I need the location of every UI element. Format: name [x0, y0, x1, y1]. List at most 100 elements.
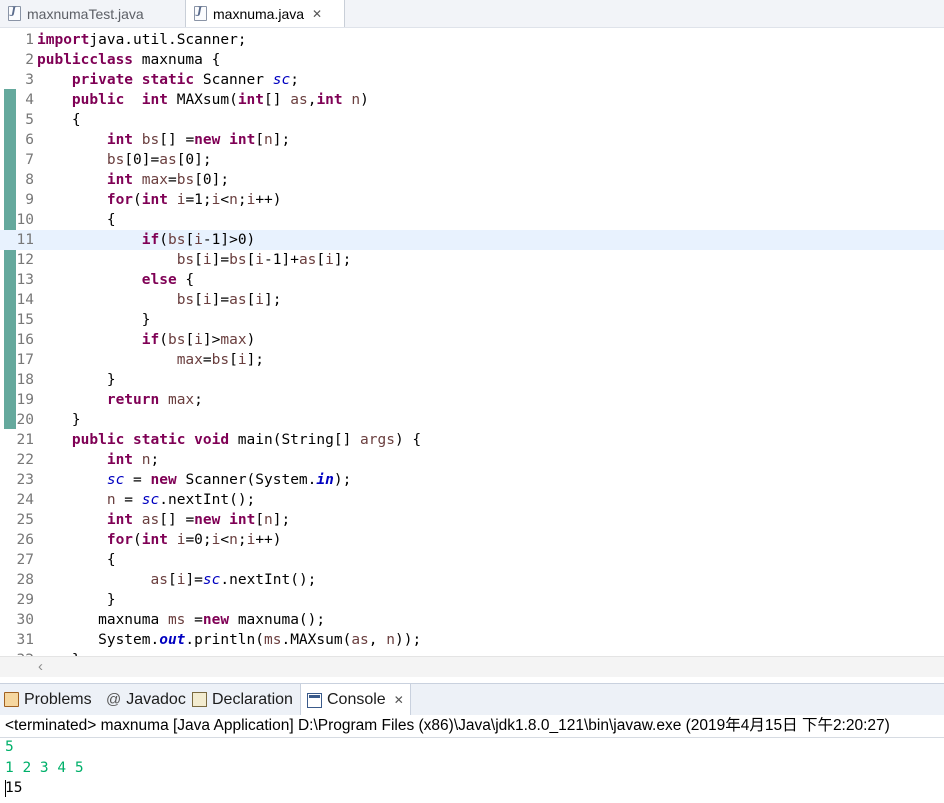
code-line[interactable]: 3 private static Scanner sc; — [0, 70, 944, 90]
code-line[interactable]: 2 publicclass maxnuma { — [0, 50, 944, 70]
code-line[interactable]: 1 importjava.util.Scanner; — [0, 30, 944, 50]
code-text[interactable]: { — [37, 210, 116, 230]
code-line[interactable]: 17 max=bs[i]; — [0, 350, 944, 370]
code-text[interactable]: n = sc.nextInt(); — [37, 490, 255, 510]
code-text[interactable]: } — [37, 590, 116, 610]
tab-console[interactable]: Console ✕ — [300, 684, 411, 716]
code-text[interactable]: bs[i]=bs[i-1]+as[i]; — [37, 250, 352, 270]
code-text[interactable]: int max=bs[0]; — [37, 170, 229, 190]
java-file-icon — [8, 6, 21, 21]
line-number: 27 — [16, 552, 34, 568]
line-number: 6 — [25, 132, 34, 148]
code-text[interactable]: { — [37, 110, 81, 130]
tab-declaration[interactable]: Declaration — [192, 684, 293, 715]
code-line[interactable]: 15 } — [0, 310, 944, 330]
line-number: 8 — [25, 172, 34, 188]
tab-label: Console — [327, 691, 386, 708]
code-line[interactable]: 10 { — [0, 210, 944, 230]
code-text[interactable]: importjava.util.Scanner; — [37, 30, 247, 50]
code-text[interactable]: for(int i=1;i<n;i++) — [37, 190, 282, 210]
code-text[interactable]: } — [37, 370, 116, 390]
tab-maxnumatest-java[interactable]: maxnumaTest.java — [0, 0, 186, 27]
code-text[interactable]: private static Scanner sc; — [37, 70, 299, 90]
line-number: 30 — [16, 612, 34, 628]
tab-label: Problems — [24, 690, 92, 708]
scroll-left-icon[interactable]: ‹ — [38, 658, 43, 675]
code-line[interactable]: 29 } — [0, 590, 944, 610]
code-editor[interactable]: 1 importjava.util.Scanner; 2 publicclass ma… — [0, 28, 944, 656]
code-text[interactable]: } — [37, 410, 81, 430]
code-line[interactable]: 14 bs[i]=as[i]; — [0, 290, 944, 310]
line-number: 14 — [16, 292, 34, 308]
code-line[interactable]: 30 maxnuma ms =new maxnuma(); — [0, 610, 944, 630]
code-text[interactable]: public int MAXsum(int[] as,int n) — [37, 90, 369, 110]
terminated-label: <terminated> maxnuma [Java Application] … — [0, 715, 944, 738]
at-icon: @ — [106, 691, 122, 708]
line-number: 3 — [25, 72, 34, 88]
code-text[interactable]: System.out.println(ms.MAXsum(as, n)); — [37, 630, 421, 650]
code-text[interactable]: int bs[] =new int[n]; — [37, 130, 290, 150]
code-line[interactable]: 8 int max=bs[0]; — [0, 170, 944, 190]
line-number: 13 — [16, 272, 34, 288]
code-text[interactable]: maxnuma ms =new maxnuma(); — [37, 610, 325, 630]
code-line[interactable]: 4 public int MAXsum(int[] as,int n) — [0, 90, 944, 110]
editor-tab-bar: maxnumaTest.java maxnuma.java ✕ — [0, 0, 944, 28]
code-line[interactable]: 27 { — [0, 550, 944, 570]
code-line[interactable]: 22 int n; — [0, 450, 944, 470]
code-text[interactable]: as[i]=sc.nextInt(); — [37, 570, 317, 590]
code-text[interactable]: publicclass maxnuma { — [37, 50, 220, 70]
line-number: 4 — [25, 92, 34, 108]
code-line[interactable]: 13 else { — [0, 270, 944, 290]
problems-icon — [4, 692, 19, 707]
code-line[interactable]: 12 bs[i]=bs[i-1]+as[i]; — [0, 250, 944, 270]
line-number: 9 — [25, 192, 34, 208]
code-text[interactable]: for(int i=0;i<n;i++) — [37, 530, 282, 550]
line-number: 20 — [16, 412, 34, 428]
close-icon[interactable]: ✕ — [312, 7, 322, 21]
code-text[interactable]: int n; — [37, 450, 159, 470]
code-line[interactable]: 24 n = sc.nextInt(); — [0, 490, 944, 510]
code-line[interactable]: 25 int as[] =new int[n]; — [0, 510, 944, 530]
close-icon[interactable]: ✕ — [394, 693, 404, 707]
line-number: 7 — [25, 152, 34, 168]
code-text[interactable]: bs[0]=as[0]; — [37, 150, 212, 170]
code-line[interactable]: 7 bs[0]=as[0]; — [0, 150, 944, 170]
code-line[interactable]: 9 for(int i=1;i<n;i++) — [0, 190, 944, 210]
line-number: 18 — [16, 372, 34, 388]
console-output-line: 15 — [5, 780, 23, 796]
code-text[interactable]: else { — [37, 270, 194, 290]
code-line[interactable]: 18 } — [0, 370, 944, 390]
code-text[interactable]: int as[] =new int[n]; — [37, 510, 290, 530]
code-text[interactable]: public static void main(String[] args) { — [37, 430, 421, 450]
code-line[interactable]: 21 public static void main(String[] args… — [0, 430, 944, 450]
code-text[interactable]: sc = new Scanner(System.in); — [37, 470, 352, 490]
code-text[interactable]: bs[i]=as[i]; — [37, 290, 282, 310]
console-view[interactable]: <terminated> maxnuma [Java Application] … — [0, 715, 944, 803]
code-line[interactable]: 16 if(bs[i]>max) — [0, 330, 944, 350]
code-line[interactable]: 11 if(bs[i-1]>0) — [0, 230, 944, 250]
code-text[interactable]: } — [37, 310, 151, 330]
console-input-line: 5 — [5, 739, 14, 755]
line-number: 1 — [25, 32, 34, 48]
code-text[interactable]: if(bs[i-1]>0) — [37, 230, 256, 250]
tab-label: Declaration — [212, 690, 293, 708]
line-number: 2 — [25, 52, 34, 68]
code-text[interactable]: max=bs[i]; — [37, 350, 264, 370]
code-text[interactable]: if(bs[i]>max) — [37, 330, 256, 350]
code-line[interactable]: 5 { — [0, 110, 944, 130]
code-text[interactable]: { — [37, 550, 116, 570]
code-line[interactable]: 31 System.out.println(ms.MAXsum(as, n)); — [0, 630, 944, 650]
code-line[interactable]: 19 return max; — [0, 390, 944, 410]
horizontal-scrollbar[interactable]: ‹ — [0, 656, 944, 677]
tab-javadoc[interactable]: @ Javadoc — [106, 684, 186, 715]
code-text[interactable]: return max; — [37, 390, 203, 410]
code-line[interactable]: 23 sc = new Scanner(System.in); — [0, 470, 944, 490]
code-line[interactable]: 26 for(int i=0;i<n;i++) — [0, 530, 944, 550]
code-line[interactable]: 6 int bs[] =new int[n]; — [0, 130, 944, 150]
code-line[interactable]: 28 as[i]=sc.nextInt(); — [0, 570, 944, 590]
tab-problems[interactable]: Problems — [4, 684, 92, 715]
line-number: 24 — [16, 492, 34, 508]
code-line[interactable]: 20 } — [0, 410, 944, 430]
tab-maxnuma-java[interactable]: maxnuma.java ✕ — [185, 0, 345, 27]
line-number: 15 — [16, 312, 34, 328]
